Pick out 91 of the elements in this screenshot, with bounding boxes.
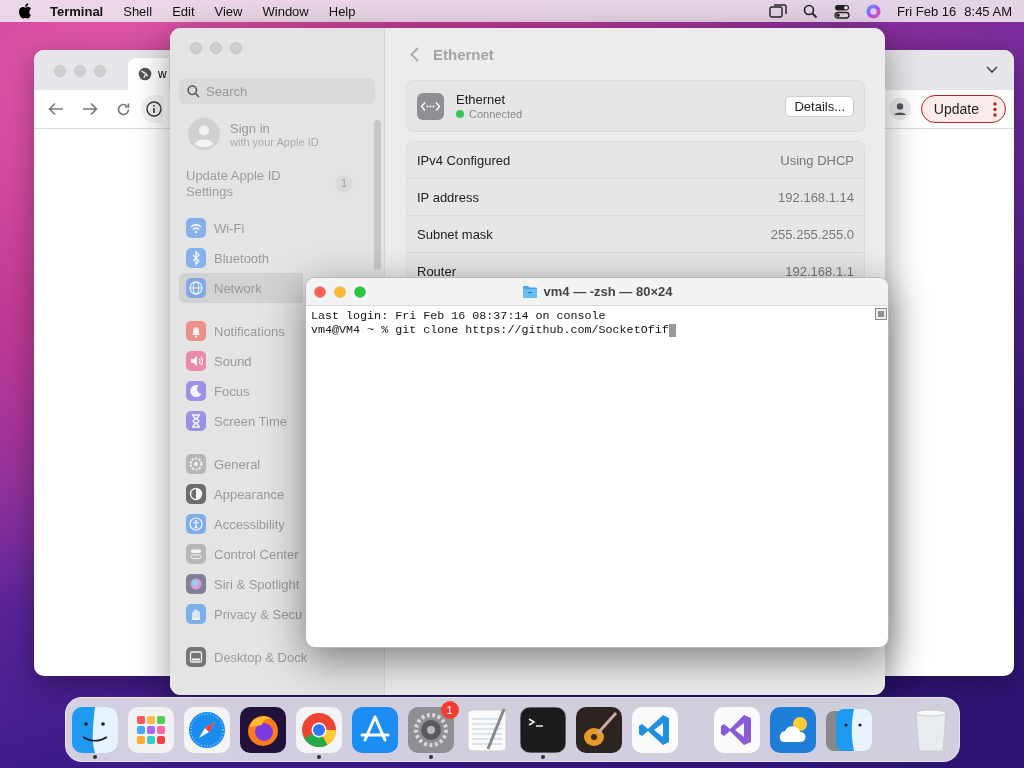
bell-icon [186,321,206,341]
search-field[interactable]: Search [179,78,375,104]
accessibility-icon [186,514,206,534]
infinity-ribbon-icon[interactable] [713,706,760,753]
menu-item[interactable]: Terminal [40,3,114,19]
row-value: 255.255.255.0 [770,226,854,242]
menu-item[interactable]: Shell [113,3,163,19]
sidebar-item[interactable]: Bluetooth [179,243,272,273]
menu-item[interactable]: Edit [162,3,205,19]
guitar-icon[interactable] [575,706,622,753]
scroll-marker-icon[interactable] [875,308,887,320]
cloud-sun-icon[interactable] [769,706,816,753]
ethernet-icon [417,92,444,120]
wifi-icon [186,218,206,238]
sidebar-item[interactable]: Network [179,273,303,303]
update-button[interactable]: Update [920,95,1006,123]
moon-icon [186,381,206,401]
speaker-icon [186,351,206,371]
text-cursor [668,323,676,337]
kebab-menu-icon[interactable] [993,101,997,117]
menu-item[interactable]: Window [252,3,319,19]
terminal-line: vm4@VM4 ~ % git clone https://github.com/SocketOfif [311,323,669,337]
compass-icon[interactable] [183,706,230,753]
browser-tab[interactable]: w [128,58,169,90]
row-label: IP address [417,189,479,205]
window-control-icon[interactable] [354,285,366,298]
window-stack-icon[interactable] [769,3,788,19]
gear-icon [186,454,206,474]
sidebar-item[interactable]: Focus [179,376,253,406]
window-title: vm4 — -zsh — 80×24 [543,284,673,299]
gear-icon[interactable] [407,706,454,753]
search-icon [187,84,200,98]
notice-label[interactable]: Update Apple ID Settings [186,168,306,200]
colored-ring-icon[interactable] [295,706,342,753]
hourglass-icon [186,411,206,431]
menu-bar-date[interactable]: Fri Feb 16 [897,3,957,19]
sidebar-item[interactable]: Desktop & Dock [179,642,311,672]
sign-in-title[interactable]: Sign in [230,120,319,136]
chevron-down-icon[interactable] [986,66,998,74]
face-icon[interactable] [71,706,118,753]
menu-bar-time[interactable]: 8:45 AM [964,3,1012,19]
menu-item[interactable]: Help [318,3,366,19]
terminal-line: Last login: Fri Feb 16 08:37:14 on console [311,309,606,323]
sidebar-item[interactable]: Control Center [179,539,302,569]
forward-arrow-icon[interactable] [82,102,98,116]
sidebar-item[interactable]: Sound [179,346,255,376]
half-circle-icon [186,484,206,504]
orb-icon [186,574,206,594]
dock-icon [186,647,206,667]
chevron-left-icon[interactable] [410,46,419,62]
sidebar-item[interactable]: Wi-Fi [179,213,248,243]
sidebar-item[interactable]: Siri & Spotlight [179,569,303,599]
row-label: Subnet mask [417,226,493,242]
folder-icon [521,284,538,299]
count-badge: 1 [335,175,353,193]
address-field[interactable] [141,95,163,123]
sidebar-item[interactable]: Appearance [179,479,288,509]
window-control-icon[interactable] [314,285,326,298]
profile-icon[interactable] [888,98,911,120]
status-text: Connected [469,108,523,120]
toggles-icon[interactable] [834,3,851,19]
sidebar-item[interactable]: General [179,449,264,479]
sidebar-item[interactable]: Accessibility [179,509,288,539]
back-arrow-icon[interactable] [48,102,64,116]
row-label: Router [417,263,457,279]
fox-globe-icon[interactable] [239,706,286,753]
notification-badge: 1 [440,700,459,719]
reload-icon[interactable] [116,101,131,117]
search-icon[interactable] [803,3,819,19]
interface-name: Ethernet [456,92,507,108]
row-value: 192.168.1.1 [785,263,854,279]
bluetooth-icon [186,248,206,268]
stick-a-icon[interactable] [351,706,398,753]
row-value: Using DHCP [780,152,854,168]
sidebar-item[interactable]: Notifications [179,316,288,346]
details-button[interactable]: Details... [785,95,854,117]
row-value: 192.168.1.14 [778,189,854,205]
menu-item[interactable]: View [204,3,253,19]
sidebar-item[interactable]: Privacy & Secu [179,599,306,629]
info-icon[interactable] [146,101,162,117]
orb-icon[interactable] [866,3,882,19]
apple-icon[interactable] [18,3,32,19]
row-label: IPv4 Configured [417,152,511,168]
app-grid-icon[interactable] [127,706,174,753]
scrollbar[interactable] [374,120,381,270]
angle-ribbon-icon[interactable] [631,706,678,753]
terminal-icon[interactable] [519,706,566,753]
sidebar-item[interactable]: Screen Time [179,406,290,436]
toggles-icon [186,544,206,564]
page-title: Ethernet [433,45,494,63]
search-placeholder: Search [206,83,248,99]
